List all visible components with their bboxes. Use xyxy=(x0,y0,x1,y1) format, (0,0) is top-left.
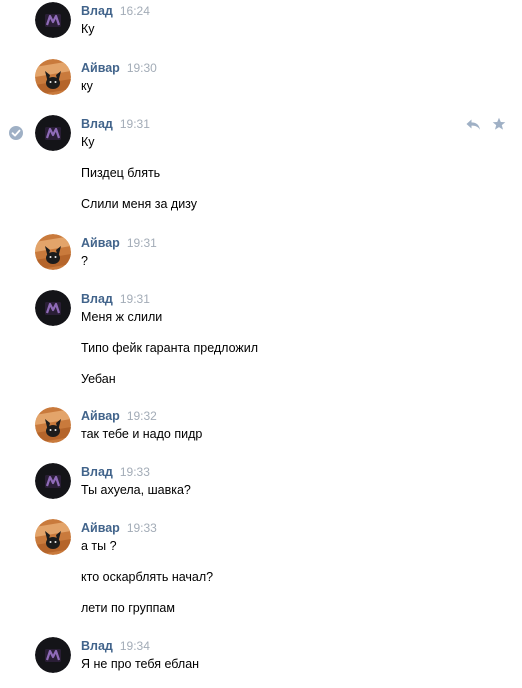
message-time[interactable]: 19:30 xyxy=(127,61,157,75)
message-text: лети по группам xyxy=(81,601,175,615)
avatar-aivar[interactable] xyxy=(35,234,71,270)
message-group: Влад 16:24 Ку xyxy=(0,2,522,42)
avatar-aivar[interactable] xyxy=(35,519,71,555)
message-time[interactable]: 19:34 xyxy=(120,639,150,653)
message-time[interactable]: 19:32 xyxy=(127,409,157,423)
message-text: так тебе и надо пидр xyxy=(81,427,203,441)
message-time[interactable]: 19:31 xyxy=(120,117,150,131)
message-text: ? xyxy=(81,254,88,268)
message-text: Меня ж слили xyxy=(81,310,163,324)
message-time[interactable]: 16:24 xyxy=(120,4,150,18)
message-text: Ты ахуела, шавка? xyxy=(81,483,191,497)
message-group-selected[interactable]: Влад 19:31 Ку Пиздец блять Слили меня за … xyxy=(0,115,522,215)
avatar-vlad[interactable] xyxy=(35,2,71,38)
author-name[interactable]: Влад xyxy=(81,4,113,18)
author-name[interactable]: Влад xyxy=(81,639,113,653)
message-time[interactable]: 19:31 xyxy=(120,292,150,306)
message-time[interactable]: 19:33 xyxy=(120,465,150,479)
avatar-vlad[interactable] xyxy=(35,290,71,326)
message-group: Айвар 19:33 а ты ? кто оскарблять начал? … xyxy=(0,519,522,619)
avatar-vlad[interactable] xyxy=(35,637,71,673)
message-group: Айвар 19:32 так тебе и надо пидр xyxy=(0,407,522,447)
message-group: Айвар 19:31 ? xyxy=(0,234,522,274)
message-group: Влад 19:33 Ты ахуела, шавка? xyxy=(0,463,522,503)
message-text: Пиздец блять xyxy=(81,166,161,180)
author-name[interactable]: Влад xyxy=(81,292,113,306)
author-name[interactable]: Айвар xyxy=(81,61,120,75)
message-group: Влад 19:34 Я не про тебя еблан xyxy=(0,637,522,673)
message-time[interactable]: 19:31 xyxy=(127,236,157,250)
message-text: кто оскарблять начал? xyxy=(81,570,214,584)
message-text: Слили меня за дизу xyxy=(81,197,198,211)
message-text: Ку xyxy=(81,135,95,149)
message-group: Влад 19:31 Меня ж слили Типо фейк гаранта… xyxy=(0,290,522,390)
author-name[interactable]: Айвар xyxy=(81,521,120,535)
avatar-aivar[interactable] xyxy=(35,407,71,443)
star-icon[interactable] xyxy=(492,117,506,131)
check-circle-icon[interactable] xyxy=(9,126,23,140)
avatar-aivar[interactable] xyxy=(35,59,71,95)
reply-icon[interactable] xyxy=(465,118,481,131)
message-text: ку xyxy=(81,79,93,93)
message-group: Айвар 19:30 ку xyxy=(0,59,522,99)
message-text: а ты ? xyxy=(81,539,117,553)
avatar-vlad[interactable] xyxy=(35,463,71,499)
message-text: Уебан xyxy=(81,372,116,386)
author-name[interactable]: Влад xyxy=(81,117,113,131)
author-name[interactable]: Айвар xyxy=(81,409,120,423)
message-time[interactable]: 19:33 xyxy=(127,521,157,535)
message-text: Ку xyxy=(81,22,95,36)
author-name[interactable]: Айвар xyxy=(81,236,120,250)
message-text: Типо фейк гаранта предложил xyxy=(81,341,259,355)
avatar-vlad[interactable] xyxy=(35,115,71,151)
author-name[interactable]: Влад xyxy=(81,465,113,479)
